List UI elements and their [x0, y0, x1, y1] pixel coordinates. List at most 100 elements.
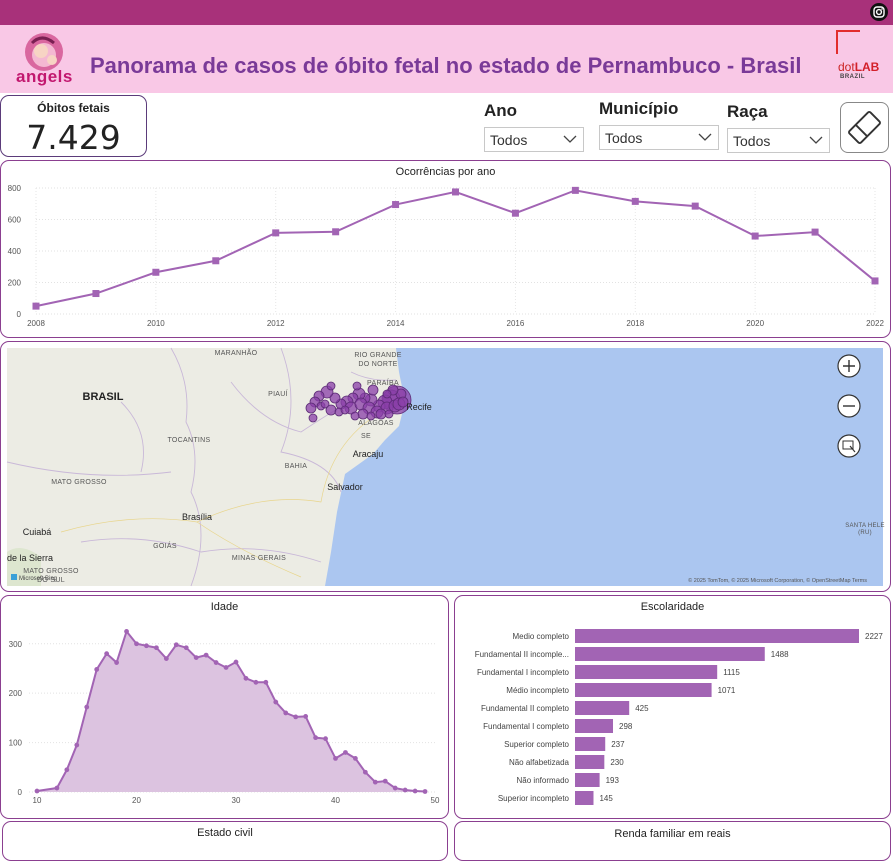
- x-tick-label: 30: [232, 796, 241, 805]
- filter-ano: Ano Todos: [484, 101, 584, 154]
- y-tick-label: 800: [8, 184, 22, 193]
- map-bubble: [352, 381, 362, 391]
- x-tick-label: 2018: [626, 319, 644, 328]
- data-point: [134, 641, 139, 647]
- data-label: 145: [599, 794, 613, 803]
- data-point: [32, 302, 40, 310]
- zoom-in-button[interactable]: [837, 354, 861, 378]
- filter-raca-value: Todos: [733, 133, 771, 149]
- page-title: Panorama de casos de óbito fetal no esta…: [90, 53, 802, 78]
- data-point: [412, 788, 418, 794]
- x-tick-label: 40: [331, 796, 340, 805]
- data-point: [353, 756, 358, 761]
- data-label: 230: [610, 758, 624, 767]
- data-point: [382, 778, 388, 784]
- filter-ano-value: Todos: [490, 132, 528, 148]
- y-tick-label: 300: [9, 640, 23, 649]
- category-label: Fundamental II incomple...: [475, 650, 569, 659]
- map-bubble: [308, 413, 318, 423]
- data-point: [511, 209, 519, 217]
- bar: [575, 647, 765, 661]
- category-label: Não informado: [517, 776, 570, 785]
- map-label: SE: [361, 433, 371, 440]
- y-tick-label: 400: [8, 247, 22, 256]
- data-label: 2227: [865, 632, 883, 641]
- map-label: GOIÁS: [153, 541, 177, 550]
- map-label: MATO GROSSO: [23, 568, 79, 575]
- zoom-out-button[interactable]: [837, 394, 861, 418]
- data-point: [243, 675, 249, 681]
- filter-municipio-title: Município: [599, 99, 679, 118]
- map-label: de la Sierra: [7, 553, 53, 563]
- data-point: [152, 268, 160, 276]
- data-point: [144, 643, 149, 649]
- map-attribution: © 2025 TomTom, © 2025 Microsoft Corporat…: [688, 577, 867, 584]
- data-point: [313, 735, 318, 741]
- data-point: [163, 656, 169, 661]
- map-ocean: [325, 348, 883, 586]
- map-label: Recife: [406, 402, 432, 412]
- line-chart-card: Ocorrências por ano 0 200 400 600 800 2008 201…: [0, 160, 891, 338]
- bar: [575, 791, 594, 805]
- clear-filters-button[interactable]: [840, 102, 889, 153]
- map-bubble: [366, 411, 376, 421]
- map-label: BRASIL: [83, 391, 124, 403]
- x-tick-label: 2020: [746, 319, 764, 328]
- bar: [575, 719, 614, 733]
- civil-status-title: Estado civil: [197, 827, 253, 839]
- education-chart: Medio completo 2227 Fundamental II incompl…: [475, 629, 883, 805]
- category-label: Superior completo: [504, 740, 569, 749]
- data-point: [193, 655, 199, 660]
- bar: [575, 665, 718, 679]
- map-label: PARAÍBA: [367, 378, 399, 387]
- bar: [575, 773, 600, 787]
- data-point: [272, 229, 280, 237]
- filter-ano-dropdown[interactable]: Todos: [484, 127, 584, 152]
- eraser-icon: [848, 111, 881, 144]
- map[interactable]: MARANHÃO RIO GRANDE DO NORTE PIAUÍ PARAÍBA BR…: [1, 342, 890, 591]
- x-tick-label: 2016: [507, 319, 525, 328]
- angels-logo-text: angels: [16, 67, 73, 86]
- data-point: [114, 660, 119, 665]
- y-tick-label: 0: [17, 310, 22, 319]
- x-tick-label: 2008: [27, 319, 45, 328]
- data-label: 1071: [718, 686, 736, 695]
- data-point: [871, 277, 879, 285]
- select-button[interactable]: [837, 434, 861, 458]
- data-label: 298: [619, 722, 633, 731]
- data-point: [154, 645, 159, 651]
- header: angels Panorama de casos de óbito fetal …: [0, 25, 893, 93]
- chevron-down-icon: [809, 136, 823, 144]
- x-tick-label: 2014: [387, 319, 405, 328]
- x-tick-label: 2012: [267, 319, 285, 328]
- kpi-label: Óbitos fetais: [37, 101, 110, 115]
- map-label: SANTA HELE: [845, 523, 885, 529]
- data-point: [203, 652, 209, 658]
- filter-raca-dropdown[interactable]: Todos: [727, 128, 830, 153]
- filter-municipio-dropdown[interactable]: Todos: [599, 125, 719, 150]
- map-bubble: [382, 389, 392, 399]
- map-label: Brasília: [182, 512, 212, 522]
- data-label: 237: [611, 740, 625, 749]
- y-tick-label: 600: [8, 216, 22, 225]
- map-bubble: [384, 409, 394, 419]
- series-area: [37, 631, 426, 792]
- map-bubble: [305, 402, 317, 414]
- x-tick-label: 20: [132, 796, 141, 805]
- data-point: [332, 228, 340, 236]
- kpi-card: Óbitos fetais 7.429: [0, 95, 147, 157]
- category-label: Medio completo: [513, 632, 570, 641]
- x-tick-label: 50: [431, 796, 440, 805]
- map-label: MINAS GERAIS: [232, 555, 286, 562]
- data-point: [422, 789, 428, 794]
- data-point: [691, 202, 699, 210]
- data-point: [751, 232, 759, 240]
- map-label: TOCANTINS: [167, 437, 210, 444]
- data-point: [74, 742, 80, 748]
- map-provider: Microsoft Bing: [19, 576, 57, 582]
- bar: [575, 737, 606, 751]
- data-point: [631, 197, 639, 205]
- data-point: [263, 679, 269, 685]
- data-point: [362, 769, 368, 775]
- instagram-icon[interactable]: [870, 3, 888, 21]
